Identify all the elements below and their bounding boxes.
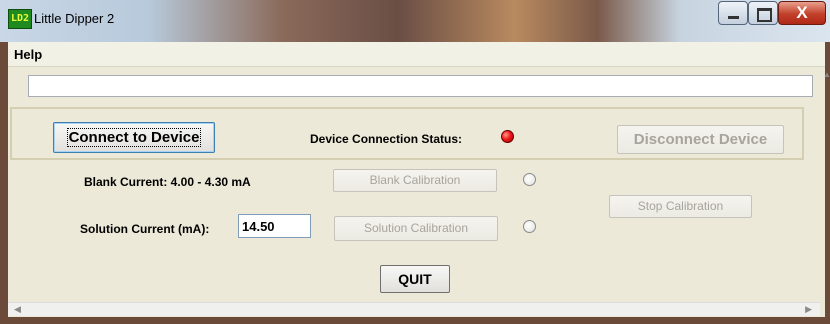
close-icon: X: [796, 3, 808, 22]
solution-calibration-button[interactable]: Solution Calibration: [334, 216, 498, 241]
blank-calibration-radio[interactable]: [523, 173, 536, 186]
blank-calibration-button[interactable]: Blank Calibration: [333, 169, 497, 192]
menu-bar: Help: [8, 42, 825, 67]
solution-current-input[interactable]: 14.50: [238, 214, 311, 238]
status-text-field[interactable]: [28, 75, 813, 97]
disconnect-button[interactable]: Disconnect Device: [617, 125, 784, 154]
app-logo-icon: LD2: [8, 9, 32, 29]
main-window-client: Help ▲ Connect to Device Device Connecti…: [8, 42, 830, 317]
solution-current-label: Solution Current (mA):: [80, 222, 210, 236]
scroll-up-arrow-icon[interactable]: ▲: [823, 70, 830, 79]
connect-button-label: Connect to Device: [66, 128, 202, 147]
menu-help[interactable]: Help: [14, 47, 42, 62]
title-bar[interactable]: LD2 Little Dipper 2 X: [0, 0, 830, 42]
window-title: Little Dipper 2: [34, 11, 115, 26]
minimize-button[interactable]: [718, 1, 748, 25]
quit-button[interactable]: QUIT: [380, 265, 450, 293]
connection-status-indicator: [501, 130, 514, 143]
close-button[interactable]: X: [778, 1, 826, 25]
horizontal-scrollbar[interactable]: ◀ ▶: [8, 302, 820, 316]
scroll-right-arrow-icon[interactable]: ▶: [805, 303, 812, 316]
scroll-left-arrow-icon[interactable]: ◀: [14, 303, 21, 316]
connect-button[interactable]: Connect to Device: [53, 122, 215, 153]
blank-current-label: Blank Current: 4.00 - 4.30 mA: [84, 175, 251, 189]
stop-calibration-button[interactable]: Stop Calibration: [609, 195, 752, 218]
maximize-button[interactable]: [748, 1, 778, 25]
solution-calibration-radio[interactable]: [523, 220, 536, 233]
connection-status-label: Device Connection Status:: [310, 132, 463, 146]
